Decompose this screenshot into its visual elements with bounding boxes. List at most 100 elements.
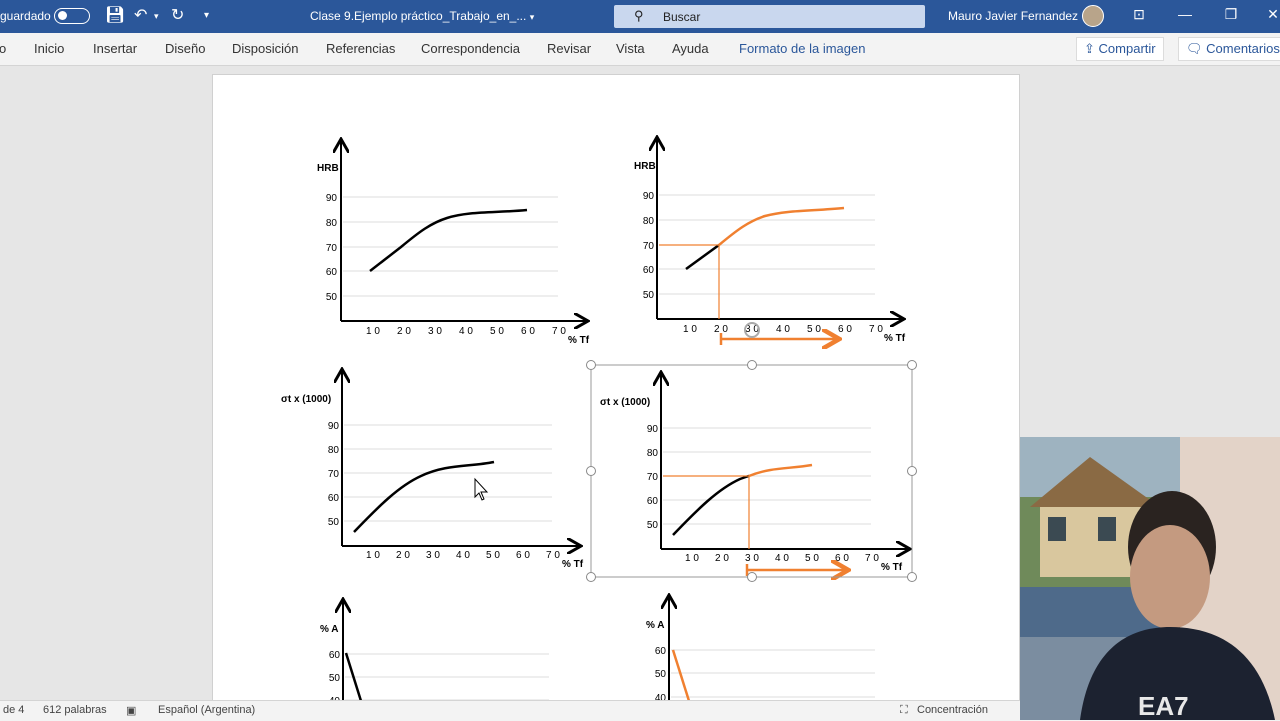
word-count[interactable]: 612 palabras (43, 704, 107, 716)
hrb-curve (369, 208, 528, 272)
y-tick: 80 (643, 216, 655, 227)
user-name[interactable]: Mauro Javier Fernandez (948, 9, 1078, 23)
x-tick: 4 0 (776, 324, 790, 335)
y-tick: 80 (328, 445, 340, 456)
redo-icon[interactable]: ↻ (171, 5, 184, 25)
restore-icon[interactable]: ❐ (1216, 6, 1246, 23)
x-tick: 6 0 (838, 324, 852, 335)
customize-toolbar-icon[interactable]: ▾ (204, 10, 209, 21)
tab-revisar[interactable]: Revisar (547, 41, 591, 56)
y-tick: 90 (326, 193, 338, 204)
x-tick: 7 0 (869, 324, 883, 335)
chart-hrb-right: HRB 90 80 70 60 50 1 0 2 0 3 0 4 0 5 0 6… (634, 139, 906, 345)
y-tick: 60 (329, 650, 341, 661)
y-tick: 70 (326, 243, 338, 254)
y-tick: 90 (643, 191, 655, 202)
x-tick: 1 0 (683, 324, 697, 335)
save-icon[interactable]: 💾︎ (105, 5, 125, 25)
x-tick: 3 0 (745, 553, 759, 564)
webcam-overlay: EA7 (1020, 437, 1280, 720)
document-page[interactable]: HRB 90 80 70 60 50 1 0 2 0 3 0 4 0 5 0 6… (212, 74, 1020, 702)
comment-icon: 🗨︎ (1186, 41, 1203, 56)
y-tick: 50 (643, 290, 655, 301)
document-title[interactable]: Clase 9.Ejemplo práctico_Trabajo_en_... … (310, 9, 534, 23)
resize-handle (586, 360, 596, 370)
y-tick: 60 (643, 265, 655, 276)
ribbon-display-icon[interactable]: ⊡ (1124, 6, 1154, 23)
chart-hrb-left: HRB 90 80 70 60 50 1 0 2 0 3 0 4 0 5 0 6… (317, 141, 590, 346)
minimize-icon[interactable]: — (1170, 6, 1200, 22)
tab-vista[interactable]: Vista (616, 41, 645, 56)
sigma-curve-orange (748, 463, 813, 478)
webcam-shirt-logo: EA7 (1138, 691, 1189, 720)
x-tick: 3 0 (426, 550, 440, 561)
share-button[interactable]: ⇪ Compartir (1076, 37, 1164, 61)
tab-correspondencia[interactable]: Correspondencia (421, 41, 520, 56)
tab-formato-imagen[interactable]: Formato de la imagen (739, 41, 865, 56)
x-tick: 1 0 (685, 553, 699, 564)
share-icon: ⇪ (1084, 41, 1095, 56)
tab-inicio[interactable]: Inicio (34, 41, 64, 56)
y-tick: 50 (329, 673, 341, 684)
hrb-curve-black (685, 243, 720, 271)
x-tick: 3 0 (428, 326, 442, 337)
chart-elong-left: % A 60 50 40 (320, 601, 549, 701)
y-tick: 50 (326, 292, 338, 303)
hrb-curve-orange (718, 206, 845, 246)
resize-handle (747, 572, 757, 582)
charts-figure[interactable]: HRB 90 80 70 60 50 1 0 2 0 3 0 4 0 5 0 6… (213, 75, 1019, 701)
x-tick: 1 0 (366, 326, 380, 337)
x-tick: 5 0 (486, 550, 500, 561)
tab-diseno[interactable]: Diseño (165, 41, 205, 56)
x-tick: 5 0 (490, 326, 504, 337)
undo-dropdown-icon[interactable]: ▾ (154, 11, 159, 22)
search-placeholder: Buscar (663, 10, 701, 24)
avatar[interactable] (1082, 5, 1104, 27)
chart-elong-right: % A 60 50 40 (646, 597, 875, 701)
elong-curve-orange (671, 649, 691, 701)
chart-sigma-left: σt x (1000) 90 80 70 60 50 1 0 2 0 3 0 4… (281, 371, 584, 570)
proofing-icon[interactable]: ▣ (126, 704, 136, 717)
y-tick: 70 (643, 241, 655, 252)
x-axis-label: % Tf (562, 559, 584, 570)
x-tick: 1 0 (366, 550, 380, 561)
tab-disposicion[interactable]: Disposición (232, 41, 298, 56)
comments-button[interactable]: 🗨︎ Comentarios (1178, 37, 1280, 61)
y-axis-label: % A (646, 620, 665, 631)
title-bar: guardado 💾︎ ↶ ▾ ↻ ▾ Clase 9.Ejemplo prác… (0, 0, 1280, 33)
undo-icon[interactable]: ↶ (134, 5, 147, 25)
focus-mode[interactable]: Concentración (917, 704, 988, 716)
resize-handle (907, 572, 917, 582)
x-tick: 6 0 (516, 550, 530, 561)
x-tick: 4 0 (459, 326, 473, 337)
ribbon-tabs: o Inicio Insertar Diseño Disposición Ref… (0, 33, 1280, 66)
page-count[interactable]: de 4 (3, 704, 24, 716)
y-tick: 50 (647, 520, 659, 531)
focus-icon: ⛶ (900, 704, 908, 716)
y-tick: 90 (328, 421, 340, 432)
sigma-curve-black (672, 474, 750, 536)
tab-insertar[interactable]: Insertar (93, 41, 137, 56)
y-axis-label: σt x (1000) (600, 397, 650, 408)
close-icon[interactable]: ✕ (1258, 6, 1280, 23)
x-tick: 5 0 (805, 553, 819, 564)
language[interactable]: Español (Argentina) (158, 704, 255, 716)
search-box[interactable]: ⚲ Buscar (614, 5, 925, 28)
resize-handle (907, 360, 917, 370)
y-tick: 60 (647, 496, 659, 507)
x-tick: 7 0 (546, 550, 560, 561)
resize-handle (747, 360, 757, 370)
y-tick: 70 (328, 469, 340, 480)
tab-file[interactable]: o (0, 41, 6, 56)
x-tick: 2 0 (396, 550, 410, 561)
x-tick: 6 0 (835, 553, 849, 564)
y-axis-label: HRB (634, 161, 656, 172)
chart-sigma-right[interactable]: σt x (1000) 90 80 70 60 50 1 0 2 0 3 0 4… (586, 360, 917, 582)
y-tick: 80 (326, 218, 338, 229)
tab-ayuda[interactable]: Ayuda (672, 41, 709, 56)
x-axis-label: % Tf (881, 562, 903, 573)
autosave-toggle[interactable] (54, 8, 90, 24)
search-icon: ⚲ (634, 8, 644, 23)
tab-referencias[interactable]: Referencias (326, 41, 395, 56)
y-tick: 80 (647, 448, 659, 459)
